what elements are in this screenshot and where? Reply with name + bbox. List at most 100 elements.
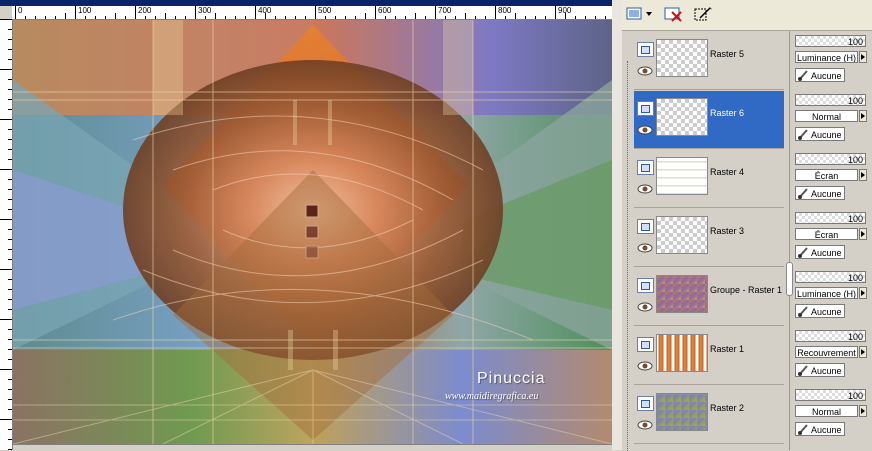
mask-button[interactable]: Aucune bbox=[795, 422, 845, 436]
opacity-slider[interactable]: 100 bbox=[795, 330, 866, 342]
ruler-minor-tick bbox=[215, 13, 216, 19]
ruler-minor-tick bbox=[335, 16, 336, 19]
blend-mode-select[interactable]: Écran bbox=[795, 228, 858, 240]
blend-mode-select[interactable]: Recouvrement bbox=[795, 346, 858, 358]
brush-icon bbox=[798, 424, 808, 435]
opacity-slider[interactable]: 100 bbox=[795, 389, 866, 401]
visibility-eye-icon[interactable] bbox=[637, 243, 653, 253]
ruler-minor-tick bbox=[555, 16, 556, 19]
mask-button[interactable]: Aucune bbox=[795, 186, 845, 200]
mask-button[interactable]: Aucune bbox=[795, 363, 845, 377]
brush-icon bbox=[798, 129, 808, 140]
opacity-slider[interactable]: 100 bbox=[795, 35, 866, 47]
layer-row[interactable]: Raster 1 bbox=[634, 327, 784, 384]
layer-properties-column: 100 Luminance (H) Aucune 100 Normal Aucune 100… bbox=[793, 31, 872, 450]
layer-name: Raster 6 bbox=[708, 107, 747, 119]
blend-mode-select[interactable]: Luminance (H) bbox=[795, 287, 858, 299]
blend-mode-arrow-icon[interactable] bbox=[859, 110, 867, 122]
ruler-minor-tick bbox=[605, 16, 606, 19]
blend-mode-arrow-icon[interactable] bbox=[859, 287, 867, 299]
ruler-minor-tick bbox=[85, 16, 86, 19]
ruler-minor-tick bbox=[255, 16, 256, 19]
delete-layer-button[interactable] bbox=[664, 4, 684, 24]
ruler-label: 0 bbox=[15, 6, 22, 19]
ruler-minor-tick bbox=[495, 16, 496, 19]
ruler-minor-tick bbox=[135, 16, 136, 19]
blend-mode-arrow-icon[interactable] bbox=[859, 346, 867, 358]
opacity-slider[interactable]: 100 bbox=[795, 94, 866, 106]
ruler-label: 900 bbox=[555, 6, 571, 19]
blend-mode-select[interactable]: Normal bbox=[795, 110, 858, 122]
opacity-slider[interactable]: 100 bbox=[795, 271, 866, 283]
ruler-minor-tick bbox=[8, 189, 12, 190]
layer-row[interactable]: Raster 4 bbox=[634, 150, 784, 207]
ruler-minor-tick bbox=[8, 309, 12, 310]
mask-button[interactable]: Aucune bbox=[795, 68, 845, 82]
ruler-minor-tick bbox=[0, 219, 12, 220]
image-canvas[interactable]: Pinuccia www.maidiregrafica.eu bbox=[13, 20, 613, 445]
layer-thumbnail bbox=[656, 98, 708, 136]
raster-layer-icon bbox=[637, 396, 654, 411]
ruler-minor-tick bbox=[8, 439, 12, 440]
opacity-slider[interactable]: 100 bbox=[795, 212, 866, 224]
blend-mode-select[interactable]: Écran bbox=[795, 169, 858, 181]
ruler-minor-tick bbox=[8, 179, 12, 180]
raster-layer-icon bbox=[637, 101, 654, 116]
layer-name: Raster 1 bbox=[710, 344, 745, 354]
blend-mode-arrow-icon[interactable] bbox=[859, 405, 867, 417]
ruler-minor-tick bbox=[0, 169, 12, 170]
ruler-minor-tick bbox=[8, 209, 12, 210]
ruler-minor-tick bbox=[485, 16, 486, 19]
visibility-eye-icon[interactable] bbox=[637, 66, 653, 76]
ruler-minor-tick bbox=[305, 16, 306, 19]
ruler-minor-tick bbox=[195, 16, 196, 19]
layer-row[interactable]: Raster 3 bbox=[634, 209, 784, 266]
ruler-label: 200 bbox=[135, 6, 151, 19]
ruler-minor-tick bbox=[8, 79, 12, 80]
ruler-minor-tick bbox=[245, 16, 246, 19]
visibility-eye-icon[interactable] bbox=[637, 184, 653, 194]
ruler-minor-tick bbox=[0, 269, 12, 270]
blend-mode-select[interactable]: Luminance (H) bbox=[795, 51, 858, 63]
visibility-eye-icon[interactable] bbox=[637, 361, 653, 371]
layer-name: Raster 3 bbox=[710, 226, 745, 236]
edit-selection-button[interactable] bbox=[694, 4, 714, 24]
layer-row[interactable]: Raster 6 bbox=[634, 91, 784, 148]
panel-splitter-handle[interactable] bbox=[786, 262, 793, 296]
blend-mode-arrow-icon[interactable] bbox=[859, 169, 867, 181]
visibility-eye-icon[interactable] bbox=[637, 125, 653, 135]
mask-button[interactable]: Aucune bbox=[795, 127, 845, 141]
ruler-minor-tick bbox=[375, 16, 376, 19]
opacity-slider[interactable]: 100 bbox=[795, 153, 866, 165]
ruler-minor-tick bbox=[8, 239, 12, 240]
layer-thumbnail bbox=[656, 393, 708, 431]
new-layer-icon bbox=[626, 7, 652, 20]
brush-icon bbox=[798, 365, 808, 376]
layer-separator bbox=[634, 384, 784, 385]
raster-layer-icon bbox=[637, 278, 654, 293]
ruler-minor-tick bbox=[115, 13, 116, 19]
ruler-minor-tick bbox=[8, 389, 12, 390]
mask-button[interactable]: Aucune bbox=[795, 245, 845, 259]
ruler-minor-tick bbox=[8, 399, 12, 400]
ruler-minor-tick bbox=[45, 16, 46, 19]
ruler-minor-tick bbox=[8, 329, 12, 330]
raster-layer-icon bbox=[637, 42, 654, 57]
blend-mode-select[interactable]: Normal bbox=[795, 405, 858, 417]
ruler-minor-tick bbox=[525, 16, 526, 19]
blend-mode-arrow-icon[interactable] bbox=[859, 51, 867, 63]
new-layer-button[interactable] bbox=[626, 4, 654, 24]
blend-mode-arrow-icon[interactable] bbox=[859, 228, 867, 240]
ruler-minor-tick bbox=[595, 16, 596, 19]
ruler-minor-tick bbox=[165, 13, 166, 19]
visibility-eye-icon[interactable] bbox=[637, 302, 653, 312]
mask-button[interactable]: Aucune bbox=[795, 304, 845, 318]
layer-row[interactable]: Raster 2 bbox=[634, 386, 784, 443]
ruler-minor-tick bbox=[8, 59, 12, 60]
ruler-minor-tick bbox=[8, 289, 12, 290]
layer-row[interactable]: Raster 5 bbox=[634, 32, 784, 89]
layer-row[interactable]: Groupe - Raster 1 bbox=[634, 268, 784, 325]
ruler-minor-tick bbox=[65, 13, 66, 19]
visibility-eye-icon[interactable] bbox=[637, 420, 653, 430]
ruler-minor-tick bbox=[0, 69, 12, 70]
